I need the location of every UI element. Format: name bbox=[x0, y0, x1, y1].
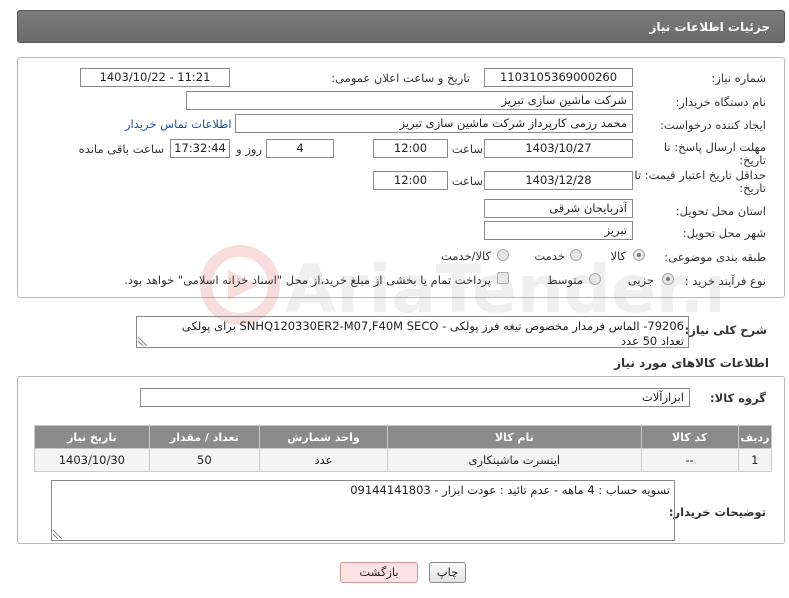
category-option-both: کالا/خدمت bbox=[440, 249, 491, 263]
col-row-number: ردیف bbox=[737, 425, 773, 449]
need-number-label: شماره نیاز: bbox=[711, 71, 766, 85]
reply-time-field: 12:00 bbox=[373, 139, 448, 158]
need-number-field: 1103105369000260 bbox=[484, 68, 633, 87]
city-label: شهر محل تحویل: bbox=[682, 226, 766, 240]
category-label: طبقه بندی موضوعی: bbox=[664, 250, 766, 264]
buyer-notes-label: توضیحات خریدار: bbox=[668, 505, 766, 519]
requester-field: محمد رزمی کارپرداز شرکت ماشین سازی تبریز bbox=[235, 114, 633, 133]
validity-label-date: تاریخ: bbox=[739, 181, 766, 195]
process-radio-minor[interactable] bbox=[662, 273, 674, 285]
col-goods-code: کد کالا bbox=[640, 425, 739, 449]
category-option-service: خدمت bbox=[534, 249, 565, 263]
validity-time-label: ساعت bbox=[451, 174, 483, 188]
cell-need-date: 1403/10/30 bbox=[34, 448, 150, 472]
cell-unit: عدد bbox=[259, 448, 388, 472]
cell-quantity: 50 bbox=[148, 448, 261, 472]
resize-grip-icon[interactable] bbox=[138, 337, 147, 346]
buyer-org-field: شرکت ماشین سازی تبریز bbox=[186, 91, 633, 110]
col-need-date: تاریخ نیاز bbox=[34, 425, 150, 449]
treasury-payment-checkbox[interactable] bbox=[497, 272, 509, 284]
cell-row-number: 1 bbox=[737, 448, 773, 472]
province-field: آذربایجان شرقی bbox=[484, 199, 633, 218]
announce-field: 1403/10/22 - 11:21 bbox=[80, 68, 230, 87]
print-button[interactable]: چاپ bbox=[429, 562, 466, 583]
goods-section-title: اطلاعات کالاهای مورد نیاز bbox=[614, 356, 769, 370]
description-label: شرح کلی نیاز: bbox=[684, 323, 767, 337]
goods-group-label: گروه کالا: bbox=[710, 391, 766, 405]
description-line-2: تعداد 50 عدد bbox=[620, 334, 684, 348]
province-label: استان محل تحویل: bbox=[675, 204, 766, 218]
city-field: تبریز bbox=[484, 221, 633, 240]
reply-date-field: 1403/10/27 bbox=[484, 139, 633, 158]
validity-label: حداقل تاریخ اعتبار قیمت: تا bbox=[634, 168, 766, 182]
process-radio-medium[interactable] bbox=[589, 273, 601, 285]
col-quantity: تعداد / مقدار bbox=[148, 425, 261, 449]
days-remaining-field: 4 bbox=[266, 139, 334, 158]
buyer-notes-text: تسویه حساب : 4 ماهه - عدم تائید : عودت ا… bbox=[350, 483, 670, 497]
col-goods-name: نام کالا bbox=[386, 425, 642, 449]
category-radio-both[interactable] bbox=[497, 249, 509, 261]
treasury-payment-note: پرداخت تمام یا بخشی از مبلغ خرید،از محل … bbox=[124, 273, 491, 287]
notes-resize-grip-icon[interactable] bbox=[53, 530, 62, 539]
back-button[interactable]: بازگشت bbox=[340, 562, 418, 583]
buyer-contact-link[interactable]: اطلاعات تماس خریدار bbox=[125, 117, 232, 131]
description-textarea[interactable]: 79206- الماس فرمدار مخصوص تیغه فرز پولکی… bbox=[136, 316, 689, 348]
process-label: نوع فرآیند خرید : bbox=[684, 274, 766, 288]
validity-date-field: 1403/12/28 bbox=[484, 171, 633, 190]
process-option-medium: متوسط bbox=[546, 273, 583, 287]
description-line-1: 79206- الماس فرمدار مخصوص تیغه فرز پولکی… bbox=[181, 319, 684, 333]
category-radio-goods[interactable] bbox=[633, 249, 645, 261]
cell-goods-name: اینسرت ماشینکاری bbox=[386, 448, 642, 472]
remaining-time-field: 17:32:44 bbox=[170, 139, 230, 158]
category-radio-service[interactable] bbox=[570, 249, 582, 261]
days-label: روز و bbox=[236, 142, 262, 156]
validity-time-field: 12:00 bbox=[373, 171, 448, 190]
buyer-org-label: نام دستگاه خریدار: bbox=[675, 95, 766, 109]
category-option-goods: کالا bbox=[610, 249, 626, 263]
goods-table: ردیف کد کالا نام کالا واحد شمارش تعداد /… bbox=[34, 425, 773, 472]
reply-deadline-label-date: تاریخ: bbox=[739, 153, 766, 167]
col-unit: واحد شمارش bbox=[259, 425, 388, 449]
buyer-notes-textarea[interactable]: تسویه حساب : 4 ماهه - عدم تائید : عودت ا… bbox=[51, 480, 675, 541]
process-option-minor: جزیی bbox=[627, 273, 654, 287]
goods-group-field: ابزارآلات bbox=[140, 388, 690, 407]
table-row: 1 -- اینسرت ماشینکاری عدد 50 1403/10/30 bbox=[34, 448, 773, 472]
requester-label: ایجاد کننده درخواست: bbox=[660, 118, 766, 132]
reply-time-label: ساعت bbox=[451, 142, 483, 156]
announce-label: تاریخ و ساعت اعلان عمومی: bbox=[331, 71, 470, 85]
reply-deadline-label: مهلت ارسال پاسخ: تا bbox=[663, 140, 766, 154]
remaining-time-label: ساعت باقی مانده bbox=[78, 142, 164, 156]
panel-title: جزئیات اطلاعات نیاز bbox=[17, 10, 785, 43]
goods-table-header: ردیف کد کالا نام کالا واحد شمارش تعداد /… bbox=[34, 425, 773, 449]
cell-goods-code: -- bbox=[640, 448, 739, 472]
